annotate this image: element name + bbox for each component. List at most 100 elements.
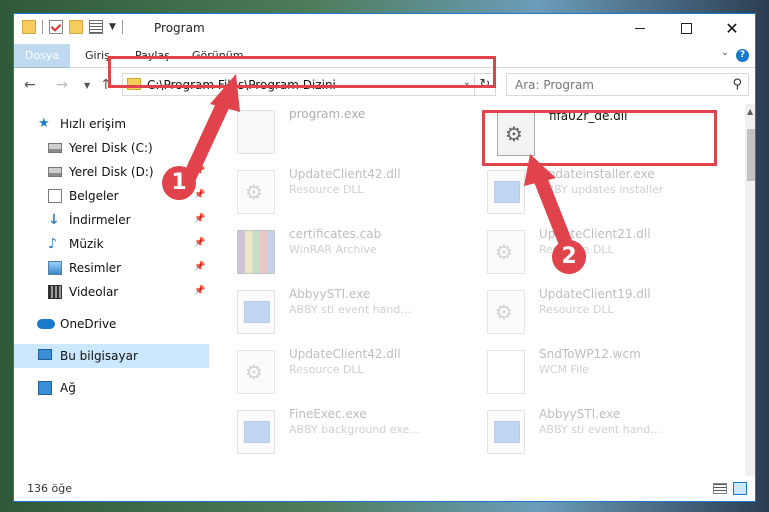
step-1-badge: 1 bbox=[162, 166, 196, 200]
status-bar: 136 öğe bbox=[14, 476, 755, 501]
sidebar-item-this-pc[interactable]: Bu bilgisayar bbox=[14, 344, 209, 368]
sidebar-item-label: OneDrive bbox=[60, 317, 117, 331]
sidebar-item-downloads[interactable]: ↓ İndirmeler 📌 bbox=[14, 208, 209, 232]
quick-access-toolbar: ▼ bbox=[22, 20, 123, 34]
file-item[interactable]: SndToWP12.wcm WCM File bbox=[471, 344, 721, 402]
title-bar: ▼ Program ✕ bbox=[14, 14, 755, 44]
file-name: FineExec.exe bbox=[289, 407, 367, 421]
new-folder-icon[interactable] bbox=[69, 20, 83, 34]
recent-locations-chevron-icon[interactable]: ▼ bbox=[84, 81, 90, 90]
network-icon bbox=[38, 381, 52, 395]
exe-icon bbox=[487, 410, 525, 454]
drive-icon bbox=[48, 143, 62, 153]
download-icon: ↓ bbox=[48, 212, 60, 228]
archive-icon bbox=[237, 230, 275, 274]
sidebar-item-network[interactable]: Ağ bbox=[14, 376, 209, 400]
exe-icon bbox=[237, 410, 275, 454]
back-arrow-icon[interactable]: ← bbox=[24, 77, 36, 93]
sidebar-item-label: Bu bilgisayar bbox=[60, 349, 138, 363]
pin-icon[interactable]: 📌 bbox=[194, 214, 205, 224]
file-name: SndToWP12.wcm bbox=[539, 347, 641, 361]
dll-icon bbox=[487, 230, 525, 274]
sidebar-item-local-disk-c[interactable]: Yerel Disk (C:) bbox=[14, 136, 209, 160]
folder-icon bbox=[22, 20, 36, 34]
search-box[interactable]: Ara: Program ⚲ bbox=[506, 73, 749, 96]
file-description: ABBY background exe... bbox=[289, 423, 420, 436]
maximize-button[interactable] bbox=[663, 14, 709, 43]
pin-icon[interactable]: 📌 bbox=[194, 262, 205, 272]
pin-icon[interactable]: 📌 bbox=[194, 190, 205, 200]
sidebar-item-label: İndirmeler bbox=[69, 213, 131, 227]
scroll-up-arrow-icon[interactable]: ▲ bbox=[747, 107, 753, 116]
expand-ribbon-chevron-icon[interactable]: ⌄ bbox=[721, 47, 729, 58]
file-item[interactable]: FineExec.exe ABBY background exe... bbox=[221, 404, 471, 462]
exe-icon bbox=[487, 170, 525, 214]
details-view-icon[interactable] bbox=[713, 483, 727, 494]
search-icon[interactable]: ⚲ bbox=[732, 77, 742, 92]
scrollbar-thumb[interactable] bbox=[747, 129, 755, 181]
address-bar-highlight bbox=[108, 56, 496, 88]
sidebar-item-label: Videolar bbox=[69, 285, 119, 299]
pin-icon[interactable]: 📌 bbox=[194, 286, 205, 296]
sidebar-item-label: Yerel Disk (C:) bbox=[69, 141, 153, 155]
file-item[interactable]: UpdateClient21.dll Resource DLL bbox=[471, 224, 721, 282]
file-item[interactable]: UpdateClient42.dll Resource DLL bbox=[221, 344, 471, 402]
file-name: AbbyySTI.exe bbox=[539, 407, 621, 421]
window-controls: ✕ bbox=[617, 14, 755, 43]
dll-icon bbox=[237, 350, 275, 394]
sidebar-item-onedrive[interactable]: OneDrive bbox=[14, 312, 209, 336]
file-name: AbbyySTI.exe bbox=[289, 287, 371, 301]
file-item[interactable]: AbbyySTI.exe ABBY sti event hand... bbox=[471, 404, 721, 462]
navigation-pane: ★ Hızlı erişim Yerel Disk (C:) Yerel Dis… bbox=[14, 104, 209, 464]
sidebar-item-label: Müzik bbox=[69, 237, 104, 251]
large-icons-view-icon[interactable] bbox=[733, 482, 747, 495]
file-item[interactable]: program.exe bbox=[221, 104, 471, 162]
pictures-icon bbox=[48, 261, 62, 275]
dll-icon bbox=[487, 290, 525, 334]
sidebar-item-music[interactable]: ♪ Müzik 📌 bbox=[14, 232, 209, 256]
file-item[interactable]: UpdateClient19.dll Resource DLL bbox=[471, 284, 721, 342]
sidebar-item-label: Belgeler bbox=[69, 189, 119, 203]
exe-icon bbox=[237, 290, 275, 334]
file-name: program.exe bbox=[289, 107, 366, 121]
file-icon bbox=[487, 350, 525, 394]
dll-icon bbox=[237, 170, 275, 214]
toolbar-divider bbox=[42, 20, 43, 34]
sidebar-item-quick-access[interactable]: ★ Hızlı erişim bbox=[14, 112, 209, 136]
file-name: UpdateClient19.dll bbox=[539, 287, 651, 301]
file-description: Resource DLL bbox=[289, 363, 364, 376]
file-description: ABBY updates installer bbox=[539, 183, 664, 196]
properties-icon[interactable] bbox=[89, 20, 103, 34]
file-item[interactable]: AbbyySTI.exe ABBY sti event hand... bbox=[221, 284, 471, 342]
properties-check-icon[interactable] bbox=[49, 20, 63, 34]
minimize-button[interactable] bbox=[617, 14, 663, 43]
sidebar-item-label: Yerel Disk (D:) bbox=[69, 165, 154, 179]
tab-home[interactable]: Giriş bbox=[85, 44, 110, 67]
vertical-scrollbar[interactable]: ▲ ▼ bbox=[745, 104, 755, 494]
file-name: certificates.cab bbox=[289, 227, 382, 241]
sidebar-item-pictures[interactable]: Resimler 📌 bbox=[14, 256, 209, 280]
customize-toolbar-chevron-icon[interactable]: ▼ bbox=[109, 22, 116, 32]
item-count: 136 öğe bbox=[27, 482, 72, 495]
maximize-icon bbox=[680, 23, 692, 34]
file-name: Updateinstaller.exe bbox=[539, 167, 655, 181]
file-item[interactable]: certificates.cab WinRAR Archive bbox=[221, 224, 471, 282]
close-icon: ✕ bbox=[725, 19, 739, 38]
file-item[interactable]: UpdateClient42.dll Resource DLL bbox=[221, 164, 471, 222]
sidebar-item-videos[interactable]: Videolar 📌 bbox=[14, 280, 209, 304]
window-title: Program bbox=[154, 21, 205, 35]
drive-icon bbox=[48, 167, 62, 177]
computer-icon bbox=[38, 349, 52, 360]
close-button[interactable]: ✕ bbox=[709, 14, 755, 43]
pin-icon[interactable]: 📌 bbox=[194, 166, 205, 176]
video-icon bbox=[48, 285, 62, 299]
search-placeholder[interactable]: Ara: Program bbox=[515, 78, 594, 92]
file-item[interactable]: Updateinstaller.exe ABBY updates install… bbox=[471, 164, 721, 222]
file-description: WCM File bbox=[539, 363, 589, 376]
minimize-icon bbox=[635, 28, 645, 29]
pin-icon[interactable]: 📌 bbox=[194, 238, 205, 248]
help-icon[interactable]: ? bbox=[736, 49, 749, 62]
forward-arrow-icon[interactable]: → bbox=[56, 77, 68, 93]
cloud-icon bbox=[37, 319, 55, 329]
file-description: Resource DLL bbox=[539, 303, 614, 316]
